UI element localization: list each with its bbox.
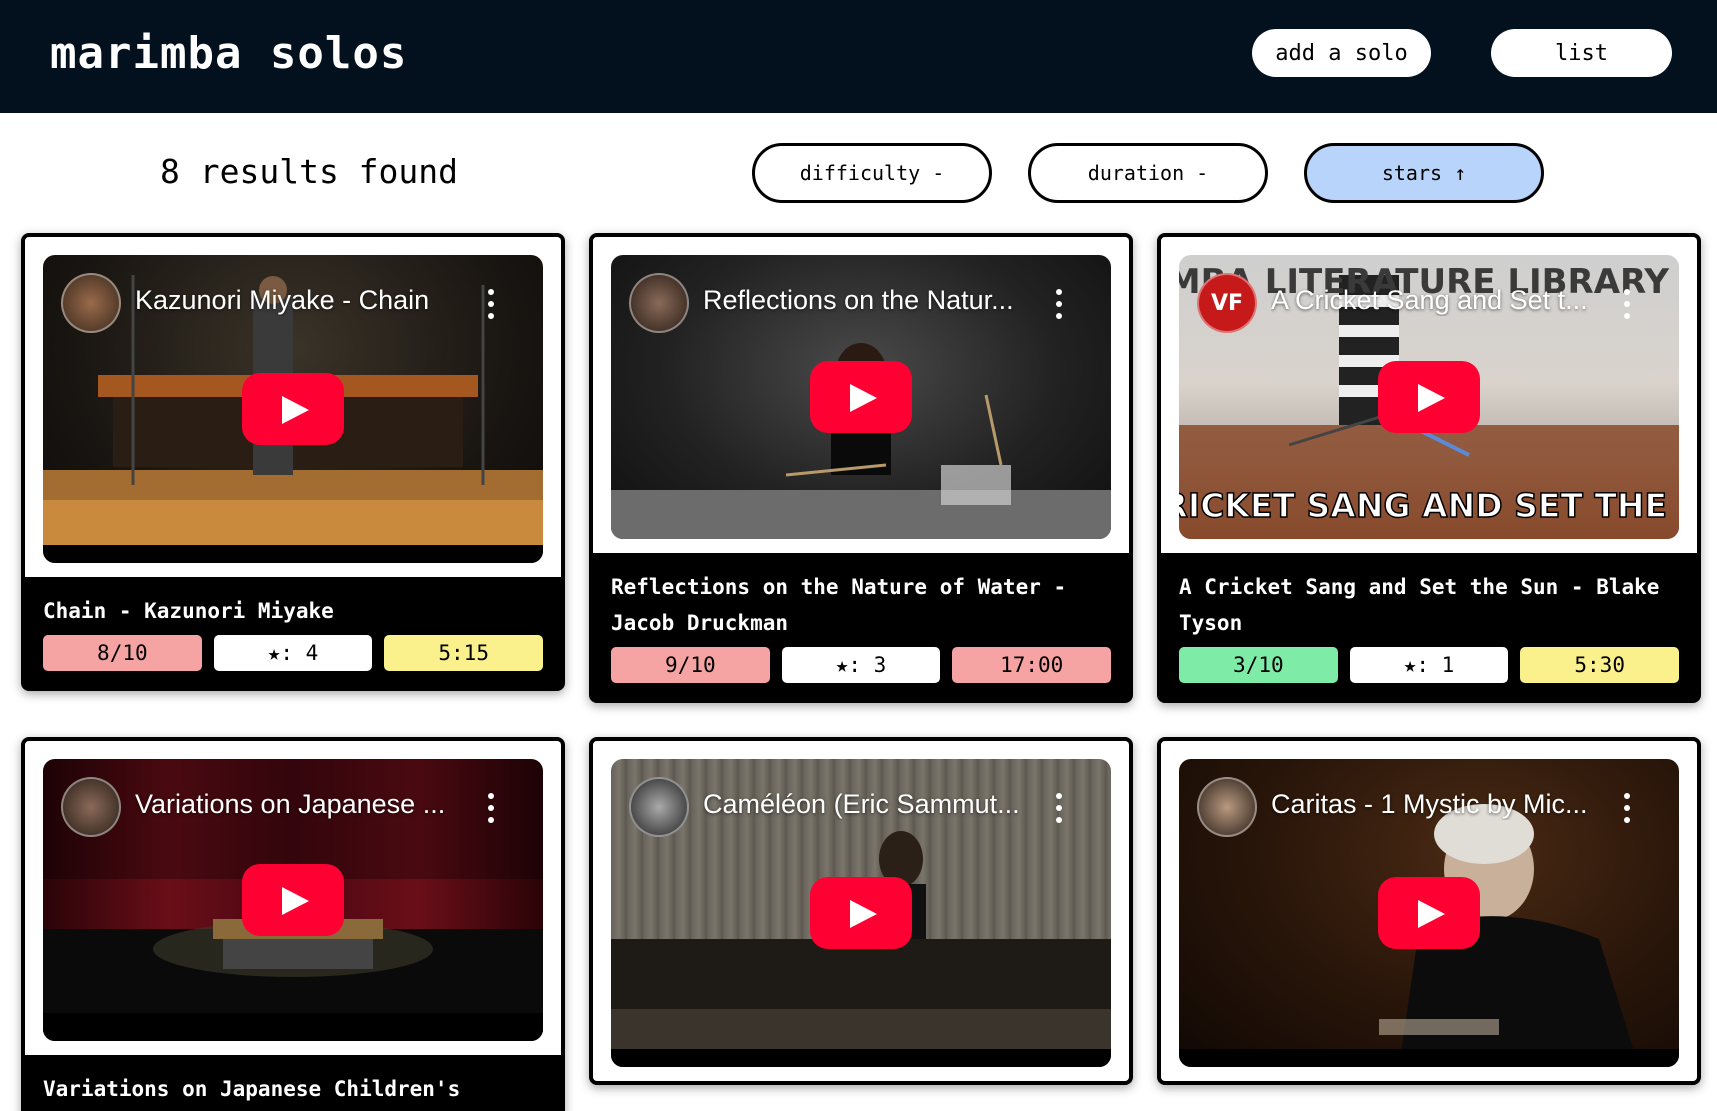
solo-name[interactable]: Chain - Kazunori Miyake	[43, 593, 543, 629]
more-options-icon[interactable]	[1055, 289, 1063, 319]
play-button-icon[interactable]	[1378, 361, 1480, 433]
channel-avatar[interactable]	[629, 777, 689, 837]
video-thumbnail[interactable]: Kazunori Miyake - Chain	[43, 255, 543, 563]
sort-stars-button[interactable]: stars ↑	[1304, 143, 1544, 203]
stars-badge: ★: 4	[213, 635, 373, 671]
results-count: 8 results found	[160, 152, 459, 191]
difficulty-badge: 3/10	[1179, 647, 1338, 683]
solo-card: Caméléon (Eric Sammut...	[589, 737, 1133, 1085]
solo-card: MARIMBA LITERATURE LIBRARY A CRICKET SAN…	[1157, 233, 1701, 703]
duration-badge: 17:00	[952, 647, 1112, 683]
video-thumbnail[interactable]: MARIMBA LITERATURE LIBRARY A CRICKET SAN…	[1179, 255, 1679, 539]
solo-badges: 9/10 ★: 3 17:00	[611, 647, 1112, 683]
top-header: marimba solos add a solo list	[0, 0, 1717, 113]
video-thumbnail[interactable]: Caritas - 1 Mystic by Mic...	[1179, 759, 1679, 1067]
video-thumbnail[interactable]: Reflections on the Natur...	[611, 255, 1111, 539]
solo-name[interactable]: A Cricket Sang and Set the Sun - Blake T…	[1179, 569, 1679, 641]
stars-badge: ★: 1	[1349, 647, 1509, 683]
more-options-icon[interactable]	[1055, 793, 1063, 823]
play-button-icon[interactable]	[810, 361, 912, 433]
solo-card: Caritas - 1 Mystic by Mic...	[1157, 737, 1701, 1085]
channel-avatar[interactable]: VF	[1197, 273, 1257, 333]
overlay-bottom-text: A CRICKET SANG AND SET THE SUN	[1179, 486, 1679, 525]
solo-name[interactable]: Variations on Japanese Children's	[43, 1071, 543, 1107]
more-options-icon[interactable]	[487, 289, 495, 319]
more-options-icon[interactable]	[1623, 793, 1631, 823]
solo-badges: 3/10 ★: 1 5:30	[1179, 647, 1680, 683]
more-options-icon[interactable]	[487, 793, 495, 823]
channel-avatar[interactable]	[629, 273, 689, 333]
video-title[interactable]: Variations on Japanese ...	[135, 789, 445, 820]
video-thumbnail[interactable]: Variations on Japanese ...	[43, 759, 543, 1041]
solo-card: Variations on Japanese ... Variations on…	[21, 737, 565, 1111]
difficulty-badge: 8/10	[43, 635, 202, 671]
list-button[interactable]: list	[1491, 29, 1672, 77]
solo-card: Reflections on the Natur... Reflections …	[589, 233, 1133, 703]
channel-avatar[interactable]	[1197, 777, 1257, 837]
video-thumbnail[interactable]: Caméléon (Eric Sammut...	[611, 759, 1111, 1067]
solo-name[interactable]: Reflections on the Nature of Water - Jac…	[611, 569, 1111, 641]
play-button-icon[interactable]	[1378, 877, 1480, 949]
add-solo-button[interactable]: add a solo	[1252, 29, 1431, 77]
duration-badge: 5:30	[1520, 647, 1680, 683]
solo-card: Kazunori Miyake - Chain Chain - Kazunori…	[21, 233, 565, 691]
sort-duration-button[interactable]: duration -	[1028, 143, 1268, 203]
sort-difficulty-button[interactable]: difficulty -	[752, 143, 992, 203]
video-title[interactable]: Caritas - 1 Mystic by Mic...	[1271, 789, 1588, 820]
video-title[interactable]: Reflections on the Natur...	[703, 285, 1014, 316]
channel-avatar[interactable]	[61, 777, 121, 837]
channel-logo-text: VF	[1210, 290, 1244, 316]
site-title[interactable]: marimba solos	[50, 28, 407, 79]
more-options-icon[interactable]	[1623, 289, 1631, 319]
video-title[interactable]: Kazunori Miyake - Chain	[135, 285, 429, 316]
channel-avatar[interactable]	[61, 273, 121, 333]
play-button-icon[interactable]	[242, 864, 344, 936]
solo-badges: 8/10 ★: 4 5:15	[43, 635, 544, 671]
play-button-icon[interactable]	[810, 877, 912, 949]
play-button-icon[interactable]	[242, 373, 344, 445]
video-title[interactable]: A Cricket Sang and Set t...	[1271, 285, 1588, 316]
video-title[interactable]: Caméléon (Eric Sammut...	[703, 789, 1020, 820]
duration-badge: 5:15	[384, 635, 544, 671]
difficulty-badge: 9/10	[611, 647, 770, 683]
stars-badge: ★: 3	[781, 647, 941, 683]
